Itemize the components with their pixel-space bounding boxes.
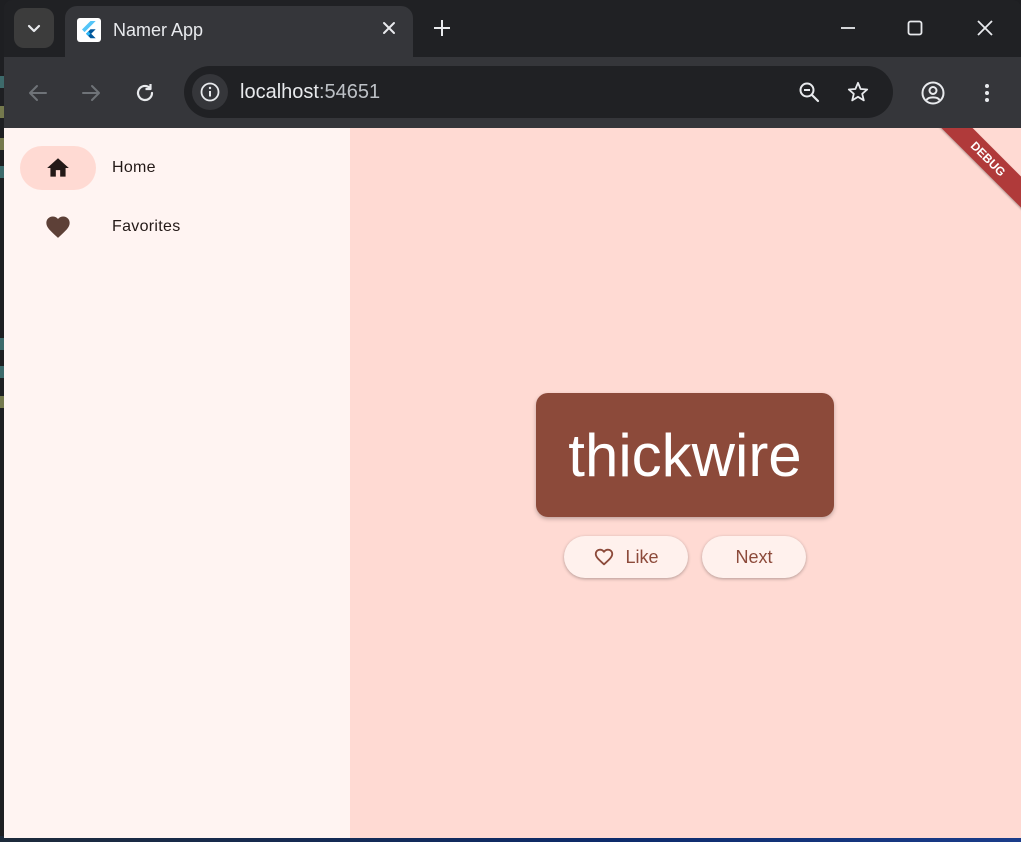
app-viewport: Home Favorites thickwire Like Next DEBUG [4,128,1021,838]
rail-item-label: Favorites [112,218,181,235]
home-icon [47,158,69,177]
arrow-right-icon [82,85,100,101]
rail-item-label: Home [112,159,156,176]
close-icon [977,20,993,36]
forward-button[interactable] [73,75,109,111]
navigation-rail: Home Favorites [4,128,350,838]
browser-toolbar: localhost:54651 [4,57,1021,128]
zoom-out-icon [799,82,820,103]
site-info-button[interactable] [192,74,228,110]
url-port: :54651 [318,81,381,103]
tab-search-button[interactable] [14,8,54,48]
account-icon [921,81,945,105]
rail-item-home[interactable]: Home [20,146,320,190]
rail-icon-container [20,205,96,249]
reload-button[interactable] [127,75,163,111]
address-bar[interactable]: localhost:54651 [184,66,893,118]
heart-outline-icon [593,546,615,568]
close-icon [383,22,395,34]
rail-item-favorites[interactable]: Favorites [20,205,320,249]
bookmark-button[interactable] [844,78,872,106]
rail-active-indicator [20,146,96,190]
tab-namer-app[interactable]: Namer App [65,6,413,57]
generator-page: thickwire Like Next [350,128,1021,838]
next-button-label: Next [735,546,773,567]
profile-button[interactable] [915,75,951,111]
reload-icon [136,84,154,102]
minimize-button[interactable] [828,12,868,44]
heart-icon [46,216,70,238]
close-window-button[interactable] [965,12,1005,44]
word-pair-text: thickwire [568,421,802,489]
maximize-button[interactable] [895,12,935,44]
like-button[interactable]: Like [564,536,688,578]
close-tab-button[interactable] [377,16,401,40]
like-button-label: Like [625,546,659,567]
url-host: localhost [240,81,319,103]
new-tab-button[interactable] [428,14,456,42]
maximize-icon [907,20,923,36]
tab-strip: Namer App [4,0,1021,57]
info-icon [200,82,220,102]
flutter-icon [77,18,101,42]
zoom-button[interactable] [795,78,823,106]
url-text: localhost:54651 [240,80,380,104]
browser-menu-button[interactable] [969,75,1005,111]
word-pair-card: thickwire [536,393,834,517]
plus-icon [434,20,450,36]
browser-window: Namer App localhost:54651 Home Favorites… [4,0,1021,838]
more-vert-icon [985,84,989,102]
next-button[interactable]: Next [702,536,806,578]
chevron-down-icon [27,24,41,33]
arrow-left-icon [29,85,47,101]
minimize-icon [841,27,855,29]
star-icon [847,81,869,102]
back-button[interactable] [20,75,56,111]
tab-title: Namer App [113,20,204,40]
